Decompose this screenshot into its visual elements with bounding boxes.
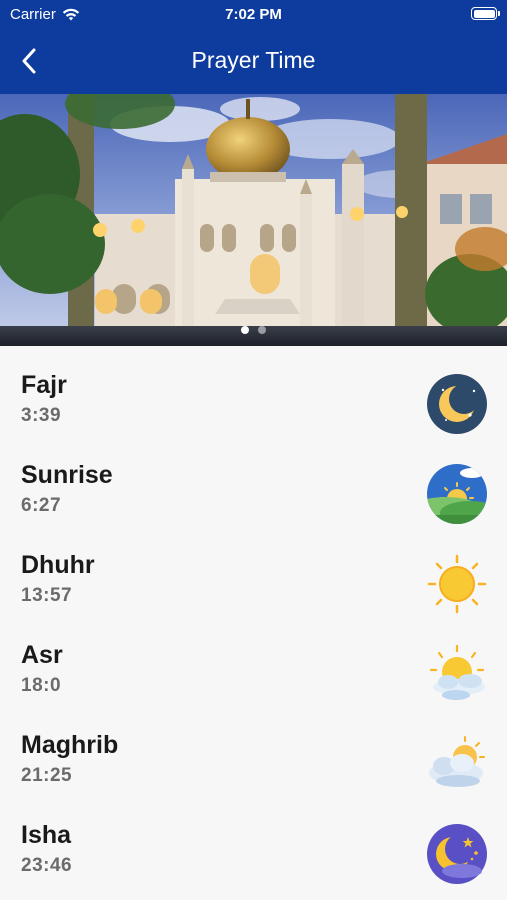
prayer-time: 3:39	[21, 405, 62, 426]
prayer-row-isha[interactable]: Isha 23:46	[0, 796, 507, 886]
prayer-list: Fajr 3:39 Sunrise 6:27 Dhuhr 13:57 Asr 1…	[0, 346, 507, 900]
prayer-row-maghrib[interactable]: Maghrib 21:25	[0, 706, 507, 796]
prayer-row-dhuhr[interactable]: Dhuhr 13:57	[0, 526, 507, 616]
prayer-row-sunrise[interactable]: Sunrise 6:27	[0, 436, 507, 526]
prayer-time: 18:0	[21, 675, 62, 696]
battery-icon	[471, 7, 500, 20]
status-time: 7:02 PM	[225, 6, 282, 23]
nav-bar: Prayer Time	[0, 28, 507, 94]
sun-icon	[427, 554, 487, 614]
carousel-dots	[0, 326, 507, 334]
prayer-name: Sunrise	[21, 461, 113, 489]
prayer-name: Maghrib	[21, 731, 119, 759]
prayer-time: 13:57	[21, 585, 73, 606]
prayer-time: 6:27	[21, 495, 62, 516]
night-moon-stars-icon	[427, 824, 487, 884]
prayer-name: Fajr	[21, 371, 67, 399]
sunrise-landscape-icon	[427, 464, 487, 524]
prayer-time: 23:46	[21, 855, 73, 876]
carousel-dot-1[interactable]	[241, 326, 249, 334]
sun-behind-cloud-icon	[429, 644, 485, 700]
crescent-moon-icon	[427, 374, 487, 434]
prayer-name: Isha	[21, 821, 72, 849]
page-title: Prayer Time	[191, 47, 316, 73]
prayer-time: 21:25	[21, 765, 73, 786]
sunset-cloud-icon	[429, 736, 485, 787]
mosque-image	[0, 94, 507, 346]
hero-carousel[interactable]	[0, 94, 507, 346]
prayer-row-fajr[interactable]: Fajr 3:39	[0, 346, 507, 436]
status-bar: Carrier 7:02 PM	[0, 0, 507, 28]
prayer-name: Dhuhr	[21, 551, 95, 579]
prayer-row-asr[interactable]: Asr 18:0	[0, 616, 507, 706]
carousel-dot-2[interactable]	[258, 326, 266, 334]
prayer-name: Asr	[21, 641, 63, 669]
